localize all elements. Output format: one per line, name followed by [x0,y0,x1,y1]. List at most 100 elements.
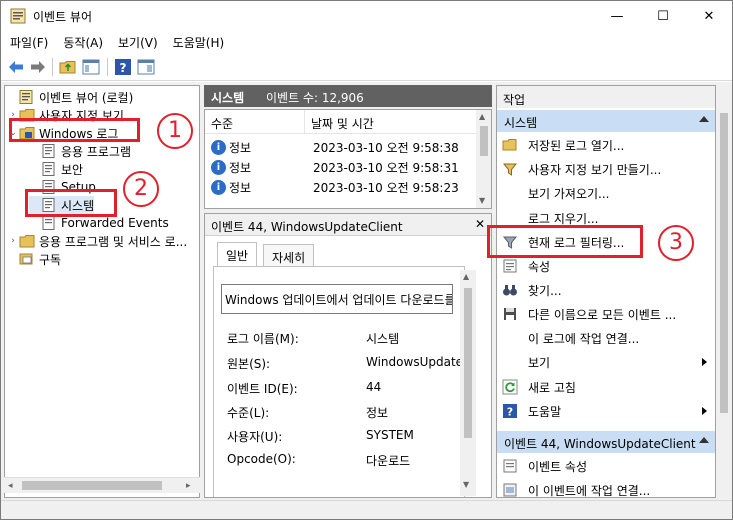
menu-view[interactable]: 보기(V) [109,31,164,53]
close-button[interactable]: ✕ [686,1,732,31]
column-header-level[interactable]: 수준 [205,110,305,134]
maximize-button[interactable]: ☐ [640,1,686,31]
event-count-label: 이벤트 수: 12,906 [266,91,364,105]
action-event-properties[interactable]: 이벤트 속성 [497,455,715,477]
scrollbar-thumb[interactable] [480,126,488,156]
help-icon[interactable]: ? [114,58,132,76]
properties-icon [503,459,517,473]
event-viewer-window: 이벤트 뷰어 — ☐ ✕ 파일(F) 동작(A) 보기(V) 도움말(H) ? … [0,0,733,520]
toolbar-separator [107,58,108,76]
menu-help[interactable]: 도움말(H) [164,31,231,53]
action-label: 새로 고침 [528,380,576,395]
detail-scrollbar[interactable]: ▲ ▼ [460,270,476,496]
open-folder-icon [502,139,517,151]
table-row[interactable]: i 정보 2023-03-10 오전 9:58:31 [205,157,477,177]
scrollbar-thumb[interactable] [464,288,472,438]
action-refresh[interactable]: 새로 고침 [497,376,715,398]
show-hide-action-pane-icon[interactable] [137,58,155,76]
tree-item-application[interactable]: 응용 프로그램 [29,142,131,160]
tree-item-subscriptions[interactable]: 구독 [7,250,61,268]
forward-arrow-icon[interactable] [29,58,47,76]
scrollbar-thumb[interactable] [22,481,162,490]
action-label: 사용자 지정 보기 만들기... [528,162,662,177]
prop-label-event-id: 이벤트 ID(E): [227,382,298,396]
section-header-label: 이벤트 44, WindowsUpdateClient [504,437,696,451]
prop-label-log-name: 로그 이름(M): [227,332,299,346]
log-name-label: 시스템 [211,91,245,105]
toolbar: ? [1,53,732,81]
back-arrow-icon[interactable] [7,58,25,76]
menu-action[interactable]: 동작(A) [54,31,109,53]
actions-pane: 작업 시스템 저장된 로그 열기... 사용자 지정 보기 만들기... 보기 … [496,85,716,498]
title-bar: 이벤트 뷰어 — ☐ ✕ [1,1,732,31]
scroll-down-icon[interactable]: ▼ [463,480,469,489]
event-datetime: 2023-03-10 오전 9:58:31 [313,160,459,175]
action-label: 도움말 [528,404,562,419]
tree-item-app-services[interactable]: › 응용 프로그램 및 서비스 로... [7,232,187,250]
close-icon[interactable]: ✕ [475,217,485,231]
event-viewer-icon [19,90,33,104]
log-icon [42,162,55,176]
table-row[interactable]: i 정보 2023-03-10 오전 9:58:38 [205,137,477,157]
action-label: 로그 지우기... [528,211,599,226]
tree-horizontal-scrollbar[interactable]: ◂ ▸ [4,477,200,493]
action-save-all-events-as[interactable]: 다른 이름으로 모든 이벤트 ... [497,303,715,325]
log-icon [42,144,55,158]
section-header-label: 시스템 [504,116,538,130]
scroll-left-icon[interactable]: ◂ [8,481,18,491]
event-list-scrollbar[interactable]: ▲ ▼ [476,110,491,208]
action-label: 속성 [528,259,551,274]
scroll-up-icon[interactable]: ▲ [463,272,469,281]
event-viewer-icon [10,8,26,24]
action-help[interactable]: ? 도움말 [497,400,715,422]
tab-general[interactable]: 일반 [217,242,258,267]
tree-item-security[interactable]: 보안 [29,160,83,178]
scroll-up-icon[interactable]: ▲ [479,112,485,121]
scroll-down-icon[interactable]: ▼ [479,196,485,205]
tree-item-label: 보안 [61,162,84,177]
action-create-custom-view[interactable]: 사용자 지정 보기 만들기... [497,158,715,180]
collapse-up-icon[interactable] [699,437,709,443]
toolbar-separator [52,58,53,76]
table-row[interactable]: i 정보 2023-03-10 오전 9:58:23 [205,177,477,197]
task-icon [503,483,517,497]
minimize-button[interactable]: — [594,1,640,31]
section-header-system[interactable]: 시스템 [497,110,715,132]
action-label: 찾기... [528,283,562,298]
action-find[interactable]: 찾기... [497,279,715,301]
event-datetime: 2023-03-10 오전 9:58:38 [313,140,459,155]
scrollbar-thumb[interactable] [720,113,728,413]
properties-icon [503,259,517,273]
prop-value-log-name: 시스템 [366,332,400,346]
annotation-number-2: 2 [123,171,159,207]
event-list: 수준 날짜 및 시간 i 정보 2023-03-10 오전 9:58:38 i … [204,109,492,209]
client-area: 이벤트 뷰어 (로컬) › 사용자 지정 보기 ⌄ Windows 로그 응용 … [1,82,732,519]
section-header-event[interactable]: 이벤트 44, WindowsUpdateClient [497,431,715,453]
column-header-datetime[interactable]: 날짜 및 시간 [305,110,477,134]
action-import-view[interactable]: 보기 가져오기... [497,182,715,204]
action-attach-task-to-event[interactable]: 이 이벤트에 작업 연결... [497,479,715,497]
collapse-up-icon[interactable] [699,116,709,122]
menu-file[interactable]: 파일(F) [1,31,54,53]
action-label: 보기 [528,355,551,370]
action-open-saved-log[interactable]: 저장된 로그 열기... [497,134,715,156]
show-hide-tree-icon[interactable] [82,58,100,76]
action-view[interactable]: 보기 [497,351,715,373]
scroll-right-icon[interactable]: ▸ [186,481,196,491]
status-bar [1,500,732,519]
action-attach-task-to-log[interactable]: 이 로그에 작업 연결... [497,327,715,349]
folder-up-icon[interactable] [59,58,77,76]
tree-item-root[interactable]: 이벤트 뷰어 (로컬) [7,88,133,106]
chevron-right-icon[interactable]: › [7,236,19,246]
prop-value-user: SYSTEM [366,428,414,442]
folder-icon [19,235,35,248]
svg-text:?: ? [507,406,513,419]
tab-details[interactable]: 자세히 [263,244,315,266]
actions-scrollbar[interactable] [716,85,732,498]
filter-icon [502,163,518,176]
menu-bar: 파일(F) 동작(A) 보기(V) 도움말(H) [1,31,732,53]
svg-text:?: ? [120,61,127,75]
event-datetime: 2023-03-10 오전 9:58:23 [313,180,459,195]
submenu-arrow-icon [702,358,707,366]
annotation-box-windows-log [9,118,140,142]
